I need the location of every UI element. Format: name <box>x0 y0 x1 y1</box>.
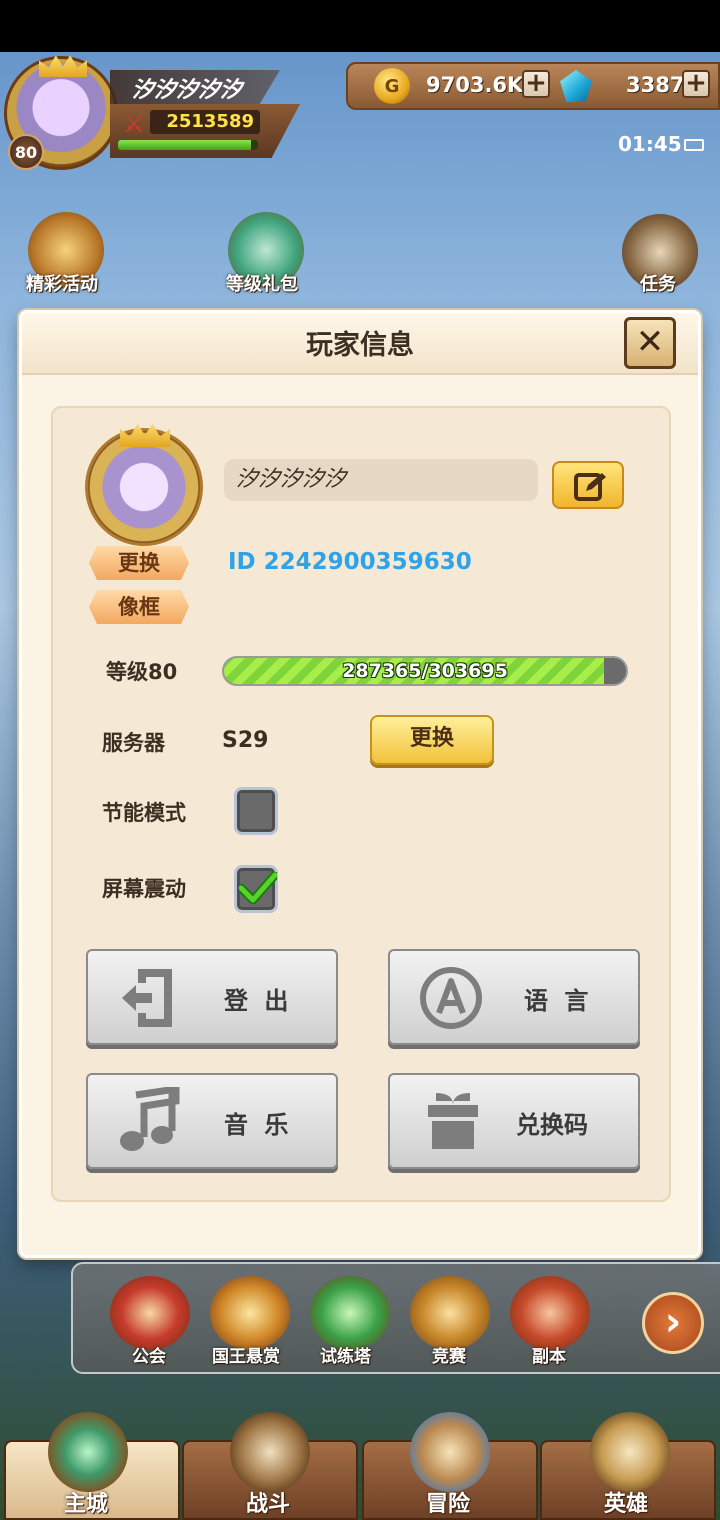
music-button[interactable]: 音 乐 <box>86 1073 338 1169</box>
tab-main-city-label: 主城 <box>64 1492 109 1517</box>
level-label: 等级80 <box>106 660 178 684</box>
close-button[interactable]: ✕ <box>624 317 676 369</box>
change-server-button[interactable]: 更换 <box>370 715 494 765</box>
tab-battle-label: 战斗 <box>246 1492 291 1517</box>
crossed-swords-icon <box>230 1412 310 1492</box>
music-label: 音 乐 <box>224 1111 293 1139</box>
dialog-title: 玩家信息 <box>306 330 414 361</box>
king-bounty-icon[interactable] <box>210 1276 290 1350</box>
exp-progress-bar: 287365/303695 <box>222 656 628 686</box>
add-gold-button[interactable]: + <box>522 70 550 98</box>
hud-exp-fill <box>118 140 251 150</box>
edit-name-button[interactable] <box>552 461 624 509</box>
power-saving-label: 节能模式 <box>102 801 186 825</box>
trial-tower-icon[interactable] <box>310 1276 390 1350</box>
gift-icon <box>428 1093 478 1149</box>
gold-coin-icon: G <box>374 68 410 104</box>
guild-icon[interactable] <box>110 1276 190 1350</box>
level-gift-label[interactable]: 等级礼包 <box>226 270 298 296</box>
status-bar <box>0 0 720 52</box>
language-icon <box>420 967 482 1029</box>
player-level-badge: 80 <box>8 134 44 170</box>
player-name-field[interactable]: 汐汐汐汐汐 <box>224 459 538 501</box>
chevron-right-icon: › <box>664 1299 682 1345</box>
arena-label[interactable]: 竞赛 <box>432 1342 466 1367</box>
power-saving-checkbox[interactable] <box>234 787 278 835</box>
tasks-label[interactable]: 任务 <box>640 270 676 296</box>
hero-emblem-icon <box>590 1412 670 1492</box>
tab-heroes-label: 英雄 <box>604 1492 649 1517</box>
avatar-frame-button[interactable]: 像框 <box>89 590 189 624</box>
next-arrow-button[interactable]: › <box>642 1292 704 1354</box>
edit-icon <box>574 473 606 501</box>
player-id: ID 2242900359630 <box>228 549 472 575</box>
city-icon <box>48 1412 128 1492</box>
music-note-icon <box>120 1087 180 1151</box>
power-value: 2513589 <box>150 110 260 134</box>
gold-value: 9703.6K <box>426 73 524 97</box>
redeem-code-button[interactable]: 兑换码 <box>388 1073 640 1169</box>
add-gems-button[interactable]: + <box>682 70 710 98</box>
player-name: 汐汐汐汐汐 <box>132 78 243 103</box>
checkmark-icon <box>239 872 277 904</box>
arena-icon[interactable] <box>410 1276 490 1350</box>
dungeon-label[interactable]: 副本 <box>532 1342 566 1367</box>
guild-label[interactable]: 公会 <box>132 1342 166 1367</box>
battery-icon <box>684 139 704 151</box>
language-button[interactable]: 语 言 <box>388 949 640 1045</box>
logout-button[interactable]: 登 出 <box>86 949 338 1045</box>
redeem-code-label: 兑换码 <box>516 1111 588 1139</box>
server-label: 服务器 <box>102 731 165 755</box>
screen-shake-label: 屏幕震动 <box>102 877 186 901</box>
clock: 01:45 <box>618 132 682 156</box>
dialog-header: 玩家信息 ✕ <box>22 313 698 375</box>
trial-tower-label[interactable]: 试练塔 <box>320 1342 371 1367</box>
exp-progress-text: 287365/303695 <box>342 660 508 682</box>
crown-icon <box>39 55 87 77</box>
logout-icon <box>122 969 172 1027</box>
dungeon-icon[interactable] <box>510 1276 590 1350</box>
screen-shake-checkbox[interactable] <box>234 865 278 913</box>
events-label[interactable]: 精彩活动 <box>26 270 98 296</box>
server-value: S29 <box>222 728 269 753</box>
tab-adventure-label: 冒险 <box>426 1492 471 1517</box>
player-info-dialog: 玩家信息 ✕ 汐汐汐汐汐 更换 像框 ID 2242900359630 等级80… <box>19 310 701 1258</box>
profile-avatar[interactable] <box>85 423 203 546</box>
change-avatar-button[interactable]: 更换 <box>89 546 189 580</box>
language-label: 语 言 <box>524 987 593 1015</box>
close-icon: ✕ <box>635 322 665 362</box>
hud-exp-bar <box>118 140 258 150</box>
gem-value: 3387 <box>626 73 685 97</box>
swords-icon: ⚔ <box>123 110 145 138</box>
king-bounty-label[interactable]: 国王悬赏 <box>212 1342 280 1367</box>
map-icon <box>410 1412 490 1492</box>
logout-label: 登 出 <box>224 987 293 1015</box>
